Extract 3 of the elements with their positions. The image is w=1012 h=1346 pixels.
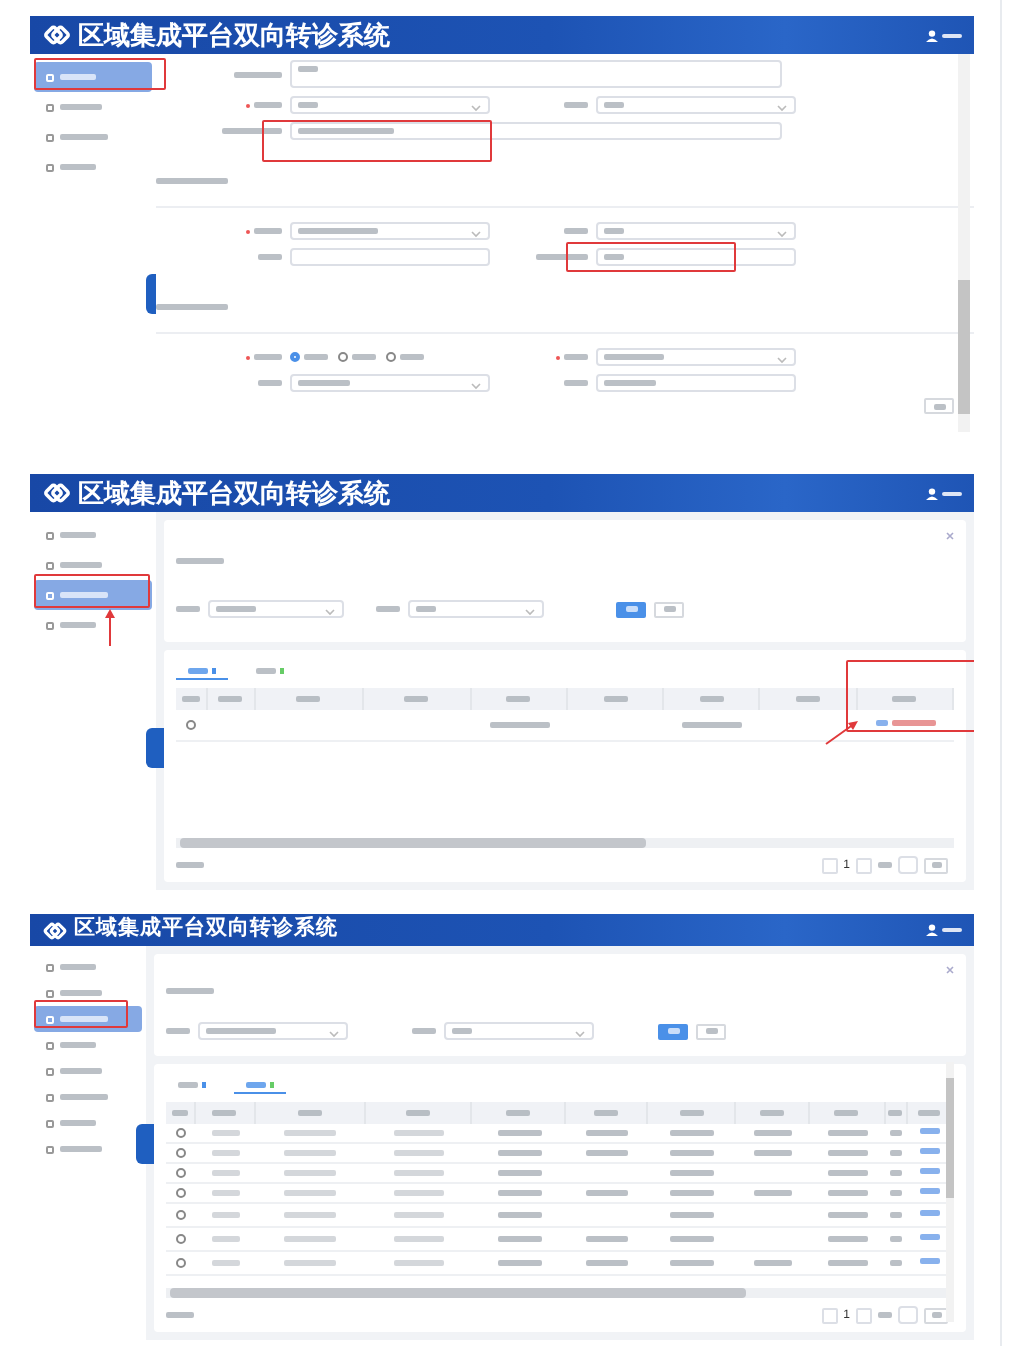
app-title: 区域集成平台双向转诊系统 xyxy=(74,914,338,945)
app-title: 区域集成平台双向转诊系统 xyxy=(78,17,390,54)
app-title: 区域集成平台双向转诊系统 xyxy=(78,475,390,512)
